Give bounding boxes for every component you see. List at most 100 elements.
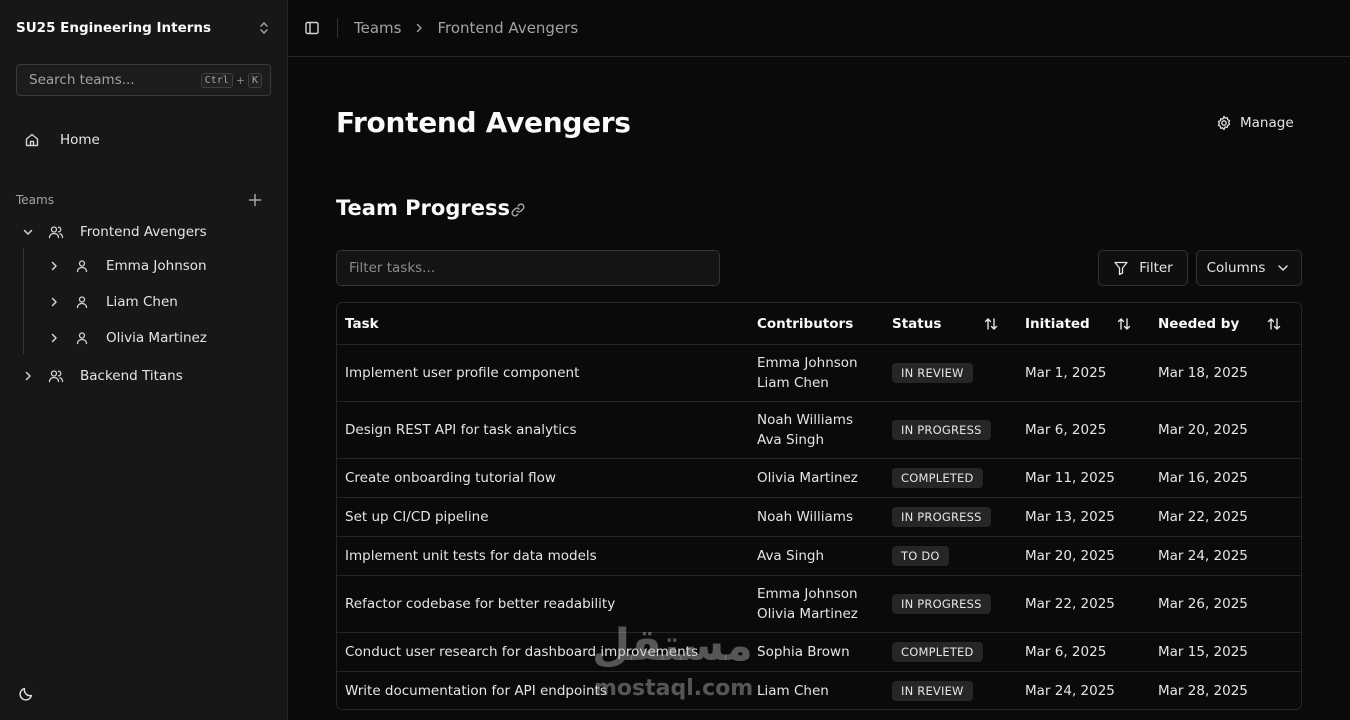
task-cell: Implement unit tests for data models [345, 548, 597, 564]
status-cell: IN PROGRESS [892, 498, 991, 536]
contributors-cell: Emma Johnson Liam Chen [757, 345, 858, 401]
users-icon [48, 368, 64, 384]
needed-by-cell: Mar 26, 2025 [1158, 596, 1248, 612]
status-badge: IN REVIEW [892, 363, 973, 383]
status-badge: COMPLETED [892, 642, 983, 662]
needed-by-cell: Mar 20, 2025 [1158, 422, 1248, 438]
table-row[interactable]: Conduct user research for dashboard impr… [337, 633, 1301, 672]
initiated-cell: Mar 1, 2025 [1025, 365, 1107, 381]
shortcut-k: K [247, 72, 262, 88]
contributor-name: Sophia Brown [757, 644, 850, 660]
status-cell: COMPLETED [892, 459, 983, 497]
breadcrumb-teams[interactable]: Teams [354, 19, 401, 37]
needed-by-cell: Mar 16, 2025 [1158, 470, 1248, 486]
tasks-table: Task Contributors Status Initiated Neede… [336, 302, 1302, 710]
status-badge: COMPLETED [892, 468, 983, 488]
moon-icon[interactable] [18, 686, 34, 702]
filter-tasks-input[interactable]: Filter tasks... [336, 250, 720, 286]
column-header-initiated: Initiated [1025, 315, 1090, 332]
contributors-cell: Olivia Martinez [757, 459, 858, 497]
sidebar-item-label: Liam Chen [106, 294, 178, 310]
contributors-cell: Liam Chen [757, 672, 829, 709]
sidebar-item-liam-chen[interactable]: Liam Chen [46, 286, 270, 318]
user-icon [74, 330, 90, 346]
sidebar-item-home[interactable]: Home [16, 124, 272, 156]
needed-by-cell: Mar 24, 2025 [1158, 548, 1248, 564]
teams-section-label: Teams [16, 193, 54, 207]
columns-button[interactable]: Columns [1196, 250, 1302, 286]
link-icon[interactable] [510, 202, 526, 218]
table-row[interactable]: Design REST API for task analytics Noah … [337, 402, 1301, 459]
status-cell: IN REVIEW [892, 345, 973, 401]
initiated-cell: Mar 22, 2025 [1025, 596, 1115, 612]
sidebar-item-emma-johnson[interactable]: Emma Johnson [46, 250, 270, 282]
breadcrumb-current: Frontend Avengers [437, 19, 579, 37]
initiated-cell: Mar 20, 2025 [1025, 548, 1115, 564]
chevron-right-icon[interactable] [46, 294, 62, 310]
contributors-cell: Emma Johnson Olivia Martinez [757, 576, 858, 632]
contributors-cell: Ava Singh [757, 537, 824, 575]
section-title: Team Progress [336, 196, 510, 220]
table-row[interactable]: Create onboarding tutorial flow Olivia M… [337, 459, 1301, 498]
filter-icon [1113, 260, 1129, 276]
status-badge: TO DO [892, 546, 949, 566]
sidebar-item-label: Emma Johnson [106, 258, 207, 274]
initiated-cell: Mar 6, 2025 [1025, 422, 1107, 438]
chevron-down-icon [1275, 260, 1291, 276]
manage-button[interactable]: Manage [1208, 108, 1302, 138]
sort-arrows-icon[interactable] [983, 316, 999, 332]
needed-by-cell: Mar 18, 2025 [1158, 365, 1248, 381]
chevrons-up-down-icon [256, 19, 272, 37]
sidebar-item-frontend-avengers[interactable]: Frontend Avengers [20, 216, 270, 248]
sort-arrows-icon[interactable] [1116, 316, 1132, 332]
table-row[interactable]: Implement unit tests for data models Ava… [337, 537, 1301, 576]
top-bar: Teams Frontend Avengers [288, 0, 1350, 57]
user-icon [74, 258, 90, 274]
task-cell: Set up CI/CD pipeline [345, 509, 489, 525]
table-row[interactable]: Refactor codebase for better readability… [337, 576, 1301, 633]
status-badge: IN PROGRESS [892, 420, 991, 440]
needed-by-cell: Mar 22, 2025 [1158, 509, 1248, 525]
user-icon [74, 294, 90, 310]
filter-button[interactable]: Filter [1098, 250, 1188, 286]
add-team-button[interactable] [248, 193, 262, 207]
sidebar-toggle-icon[interactable] [304, 20, 320, 36]
sidebar-item-label: Backend Titans [80, 368, 183, 384]
sidebar: SU25 Engineering Interns Search teams...… [0, 0, 288, 720]
filter-label: Filter [1139, 260, 1173, 276]
sort-arrows-icon[interactable] [1266, 316, 1282, 332]
status-badge: IN PROGRESS [892, 594, 991, 614]
task-cell: Implement user profile component [345, 365, 580, 381]
status-cell: IN PROGRESS [892, 576, 991, 632]
status-cell: TO DO [892, 537, 949, 575]
status-cell: IN REVIEW [892, 672, 973, 709]
chevron-down-icon[interactable] [20, 224, 36, 240]
gear-icon [1216, 115, 1232, 131]
task-cell: Design REST API for task analytics [345, 422, 577, 438]
sidebar-item-olivia-martinez[interactable]: Olivia Martinez [46, 322, 270, 354]
initiated-cell: Mar 24, 2025 [1025, 683, 1115, 699]
chevron-right-icon [413, 22, 425, 34]
sidebar-item-backend-titans[interactable]: Backend Titans [20, 360, 270, 392]
contributor-name: Liam Chen [757, 375, 829, 391]
table-row[interactable]: Write documentation for API endpoints Li… [337, 672, 1301, 709]
contributor-name: Liam Chen [757, 683, 829, 699]
column-header-status: Status [892, 315, 942, 332]
search-teams-input[interactable]: Search teams... Ctrl + K [16, 64, 271, 96]
teams-section-header: Teams [16, 190, 272, 210]
initiated-cell: Mar 11, 2025 [1025, 470, 1115, 486]
sidebar-item-label: Home [60, 132, 100, 148]
contributor-name: Ava Singh [757, 548, 824, 564]
chevron-right-icon[interactable] [46, 258, 62, 274]
divider [337, 18, 338, 38]
table-row[interactable]: Set up CI/CD pipeline Noah Williams IN P… [337, 498, 1301, 537]
chevron-right-icon[interactable] [20, 368, 36, 384]
workspace-name: SU25 Engineering Interns [16, 20, 212, 36]
table-row[interactable]: Implement user profile component Emma Jo… [337, 345, 1301, 402]
sidebar-item-label: Olivia Martinez [106, 330, 207, 346]
table-header: Task Contributors Status Initiated Neede… [337, 303, 1301, 345]
contributor-name: Noah Williams [757, 412, 853, 428]
chevron-right-icon[interactable] [46, 330, 62, 346]
workspace-switcher[interactable]: SU25 Engineering Interns [16, 18, 272, 38]
home-icon [24, 132, 40, 148]
